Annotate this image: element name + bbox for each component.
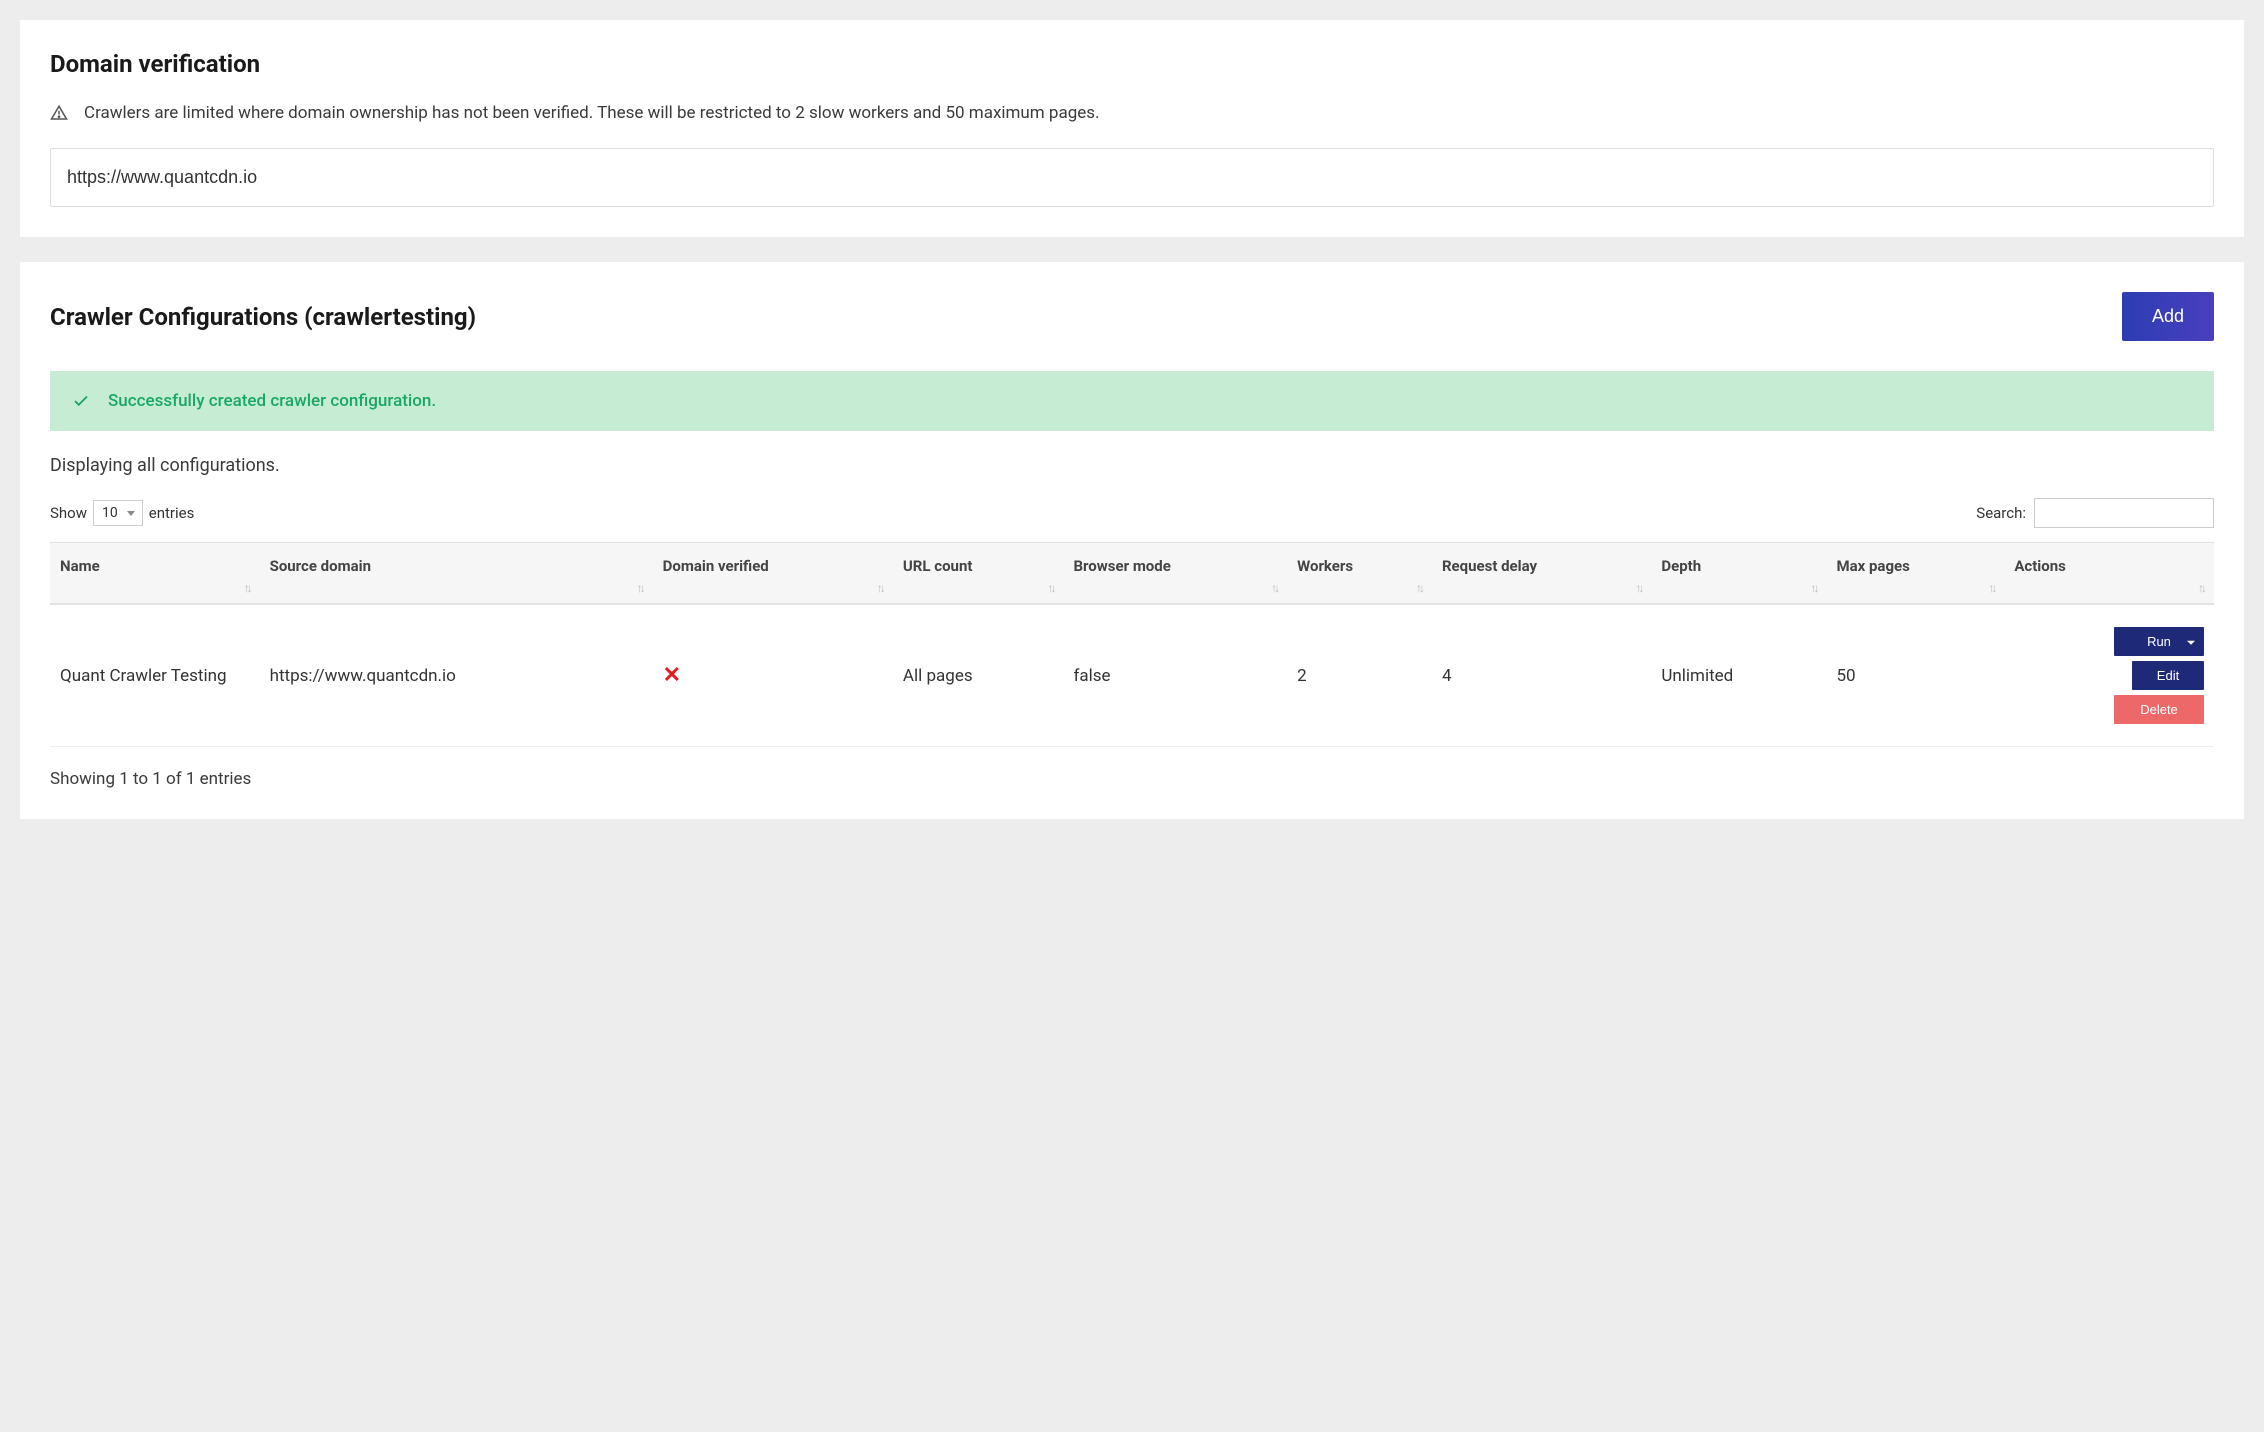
col-actions[interactable]: Actions↑↓	[2004, 543, 2214, 605]
table-footer-text: Showing 1 to 1 of 1 entries	[50, 769, 2214, 789]
col-browser-mode[interactable]: Browser mode↑↓	[1063, 543, 1287, 605]
sort-icon: ↑↓	[1988, 581, 1994, 595]
run-button[interactable]: Run	[2114, 627, 2204, 656]
sort-icon: ↑↓	[1635, 581, 1641, 595]
sort-icon: ↑↓	[877, 581, 883, 595]
cell-browser-mode: false	[1063, 604, 1287, 747]
config-table: Name↑↓ Source domain↑↓ Domain verified↑↓…	[50, 542, 2214, 747]
sort-icon: ↑↓	[637, 581, 643, 595]
sort-icon: ↑↓	[1416, 581, 1422, 595]
show-entries: Show 10 entries	[50, 500, 194, 526]
cell-source-domain: https://www.quantcdn.io	[260, 604, 653, 747]
table-controls: Show 10 entries Search:	[50, 498, 2214, 528]
entries-select[interactable]: 10	[93, 500, 143, 526]
sort-icon: ↑↓	[1271, 581, 1277, 595]
col-max-pages[interactable]: Max pages↑↓	[1826, 543, 2004, 605]
col-depth[interactable]: Depth↑↓	[1651, 543, 1826, 605]
entries-label: entries	[149, 504, 195, 522]
warning-triangle-icon	[50, 104, 68, 122]
sort-icon: ↑↓	[1810, 581, 1816, 595]
search-label: Search:	[1976, 504, 2026, 522]
cell-name: Quant Crawler Testing	[50, 604, 260, 747]
x-icon: ✕	[663, 663, 681, 688]
col-name[interactable]: Name↑↓	[50, 543, 260, 605]
cell-url-count: All pages	[893, 604, 1064, 747]
domain-input[interactable]	[50, 148, 2214, 207]
crawler-config-card: Crawler Configurations (crawlertesting) …	[20, 262, 2244, 819]
add-button[interactable]: Add	[2122, 292, 2214, 341]
crawler-config-title: Crawler Configurations (crawlertesting)	[50, 303, 476, 331]
domain-verification-card: Domain verification Crawlers are limited…	[20, 20, 2244, 237]
search-input[interactable]	[2034, 498, 2214, 528]
success-message: Successfully created crawler configurati…	[108, 391, 436, 411]
cell-depth: Unlimited	[1651, 604, 1826, 747]
domain-verification-title: Domain verification	[50, 50, 2214, 78]
domain-warning-text: Crawlers are limited where domain owners…	[84, 103, 1100, 123]
domain-warning-row: Crawlers are limited where domain owners…	[50, 103, 2214, 123]
col-url-count[interactable]: URL count↑↓	[893, 543, 1064, 605]
col-request-delay[interactable]: Request delay↑↓	[1432, 543, 1651, 605]
col-source-domain[interactable]: Source domain↑↓	[260, 543, 653, 605]
table-row: Quant Crawler Testing https://www.quantc…	[50, 604, 2214, 747]
success-banner: Successfully created crawler configurati…	[50, 371, 2214, 431]
entries-value: 10	[102, 505, 118, 521]
sort-icon: ↑↓	[244, 581, 250, 595]
col-workers[interactable]: Workers↑↓	[1287, 543, 1432, 605]
sort-icon: ↑↓	[2198, 581, 2204, 595]
display-all-text: Displaying all configurations.	[50, 455, 2214, 476]
cell-actions: Run Edit Delete	[2004, 604, 2214, 747]
col-domain-verified[interactable]: Domain verified↑↓	[653, 543, 893, 605]
edit-button[interactable]: Edit	[2132, 661, 2204, 690]
cell-max-pages: 50	[1826, 604, 2004, 747]
config-header: Crawler Configurations (crawlertesting) …	[50, 292, 2214, 341]
cell-workers: 2	[1287, 604, 1432, 747]
cell-request-delay: 4	[1432, 604, 1651, 747]
show-label: Show	[50, 504, 87, 522]
check-icon	[72, 392, 90, 410]
sort-icon: ↑↓	[1047, 581, 1053, 595]
search-wrap: Search:	[1976, 498, 2214, 528]
cell-domain-verified: ✕	[653, 604, 893, 747]
delete-button[interactable]: Delete	[2114, 695, 2204, 724]
